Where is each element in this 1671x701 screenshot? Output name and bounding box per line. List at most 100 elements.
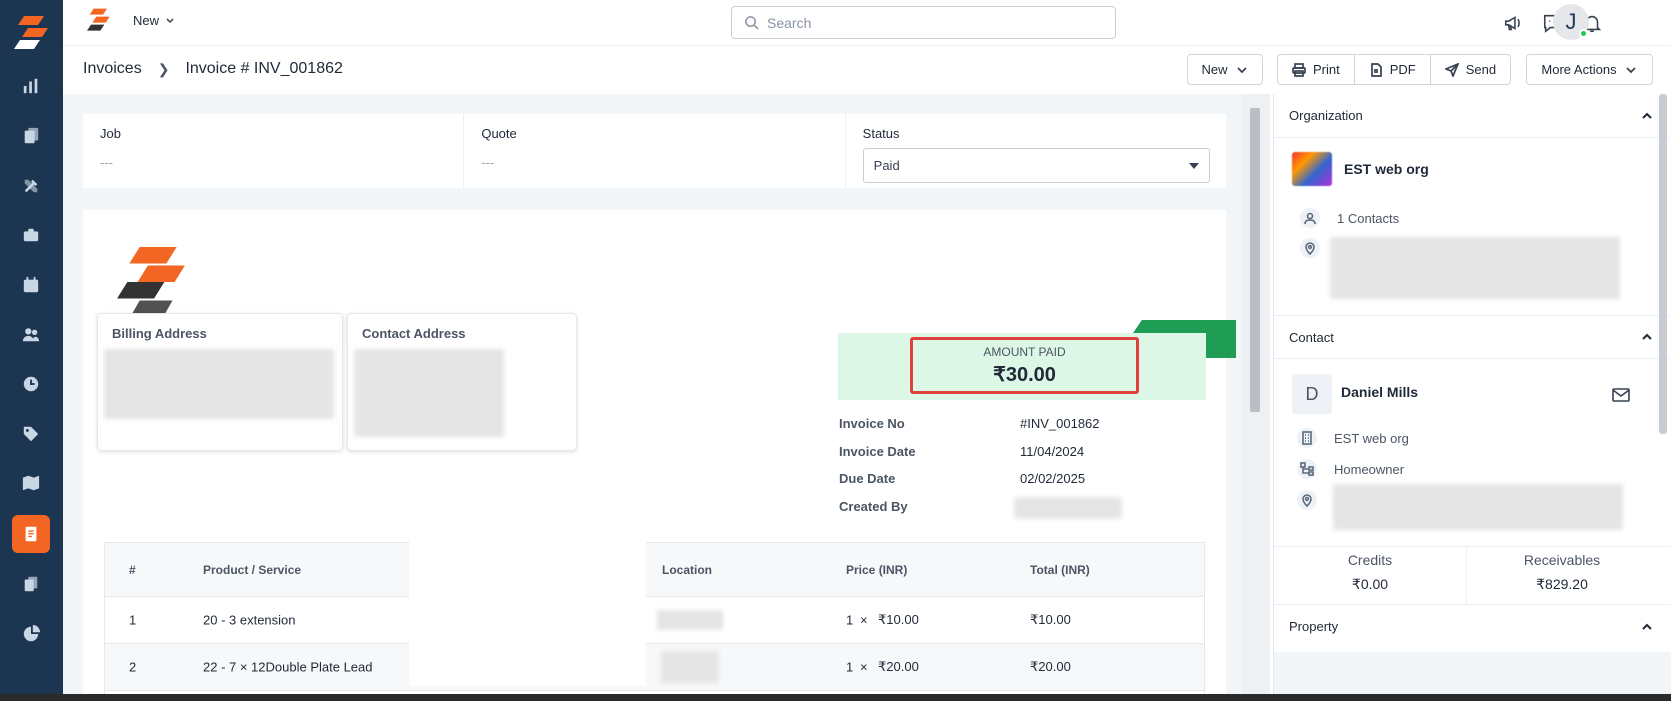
- job-field: Job ---: [83, 114, 465, 188]
- contact-section-header[interactable]: Contact: [1274, 315, 1671, 359]
- created-by-redacted: [1014, 497, 1122, 519]
- row-product: 20 - 3 extension: [203, 612, 296, 628]
- documents-icon[interactable]: [21, 574, 41, 594]
- contacts-count[interactable]: 1 Contacts: [1337, 211, 1399, 226]
- divider: [1274, 546, 1671, 547]
- status-value: Paid: [873, 158, 900, 173]
- col-total-header: Total (INR): [1030, 562, 1090, 577]
- contact-initial: D: [1305, 383, 1319, 404]
- chevron-up-icon[interactable]: [1640, 330, 1654, 344]
- document-actions-group: Print PDF Send: [1277, 54, 1512, 85]
- more-actions-button[interactable]: More Actions: [1526, 54, 1653, 85]
- new-button-label: New: [1201, 62, 1228, 77]
- pricebook-tag-icon[interactable]: [21, 424, 41, 444]
- due-date-value: 02/02/2025: [1020, 471, 1086, 486]
- chevron-up-icon[interactable]: [1640, 109, 1654, 123]
- property-section-header[interactable]: Property: [1274, 604, 1671, 648]
- contact-address-label: Contact Address: [362, 326, 466, 341]
- receivables-block: Receivables ₹829.20: [1466, 552, 1658, 593]
- table-row[interactable]: 1 20 - 3 extension 1 × ₹10.00 ₹10.00: [105, 597, 1204, 644]
- table-header: # Product / Service Location Price (INR)…: [105, 543, 1204, 597]
- row-qty: 1: [846, 612, 854, 628]
- col-location-header: Location: [662, 562, 712, 577]
- print-button[interactable]: Print: [1278, 55, 1355, 84]
- contact-avatar: D: [1292, 374, 1332, 414]
- left-nav-rail: [0, 0, 63, 701]
- table-row[interactable]: 2 22 - 7 × 12Double Plate Lead 1 × ₹20.0…: [105, 644, 1204, 691]
- row-price: ₹20.00: [878, 659, 919, 674]
- job-value: ---: [100, 155, 113, 170]
- window-bottom-edge: [0, 694, 1671, 701]
- row-total: ₹20.00: [1030, 659, 1071, 674]
- organization-name[interactable]: EST web org: [1344, 161, 1429, 177]
- organization-logo: [1292, 152, 1332, 186]
- status-select[interactable]: Paid: [862, 148, 1210, 183]
- row-location-redacted: [657, 610, 723, 630]
- email-envelope-icon[interactable]: [1612, 388, 1630, 402]
- send-button[interactable]: Send: [1431, 55, 1510, 84]
- calendar-icon[interactable]: [21, 275, 41, 295]
- line-items-table: # Product / Service Location Price (INR)…: [104, 542, 1205, 701]
- invoice-date-label: Invoice Date: [839, 444, 916, 459]
- contact-address-redacted: [354, 349, 504, 437]
- quick-new-dropdown[interactable]: New: [133, 13, 175, 28]
- user-avatar[interactable]: J: [1553, 4, 1589, 40]
- pdf-button[interactable]: PDF: [1355, 55, 1431, 84]
- invoices-icon[interactable]: [12, 515, 50, 553]
- chevron-down-icon: [166, 17, 174, 23]
- invoice-no-value: #INV_001862: [1020, 416, 1100, 431]
- row-total: ₹10.00: [1030, 612, 1071, 627]
- app-logo-icon[interactable]: [14, 16, 50, 50]
- billing-address-redacted: [104, 349, 334, 419]
- search-box[interactable]: [731, 6, 1116, 39]
- col-price-header: Price (INR): [846, 562, 908, 577]
- details-sidebar: Organization EST web org 1 Contacts Cont…: [1273, 94, 1671, 701]
- row-qty: 1: [846, 659, 854, 675]
- jobs-briefcase-icon[interactable]: [21, 225, 41, 245]
- analytics-pie-icon[interactable]: [21, 624, 41, 644]
- scrollbar-thumb[interactable]: [1250, 108, 1260, 412]
- content-scrollbar[interactable]: [1242, 94, 1270, 701]
- contact-title: Contact: [1289, 329, 1334, 345]
- quote-label: Quote: [481, 126, 517, 141]
- new-dropdown-button[interactable]: New: [1187, 54, 1263, 85]
- row-number: 2: [129, 659, 137, 675]
- property-title: Property: [1289, 619, 1339, 634]
- contact-name[interactable]: Daniel Mills: [1341, 384, 1418, 400]
- clients-icon[interactable]: [21, 325, 41, 345]
- map-icon[interactable]: [21, 473, 41, 493]
- avatar-initial: J: [1565, 9, 1577, 34]
- invoice-date-value: 11/04/2024: [1020, 444, 1085, 459]
- credits-label: Credits: [1347, 552, 1393, 568]
- redacted-overlay: [409, 457, 646, 686]
- row-location-redacted: [661, 651, 719, 683]
- chevron-up-icon[interactable]: [1640, 620, 1654, 634]
- location-pin-icon: [1300, 238, 1320, 258]
- organization-section-header[interactable]: Organization: [1274, 94, 1671, 138]
- row-price: ₹10.00: [878, 612, 919, 627]
- credits-value: ₹0.00: [1351, 576, 1389, 592]
- announcements-megaphone-icon[interactable]: [1503, 12, 1525, 34]
- caret-down-icon: [1188, 162, 1199, 169]
- reports-icon[interactable]: [21, 76, 41, 96]
- company-logo-icon: [117, 247, 185, 315]
- search-input[interactable]: [767, 14, 1067, 31]
- chevron-down-icon: [1625, 66, 1636, 73]
- person-icon: [1300, 208, 1320, 228]
- chevron-right-icon: ❯: [157, 60, 170, 77]
- hierarchy-icon: [1297, 459, 1317, 479]
- brand-logo-icon[interactable]: [87, 8, 111, 32]
- breadcrumb-invoices-link[interactable]: Invoices: [83, 60, 142, 78]
- send-paper-plane-icon: [1444, 62, 1459, 77]
- col-number-header: #: [129, 562, 136, 577]
- location-pin-icon: [1297, 490, 1317, 510]
- file-icon: [1370, 62, 1382, 77]
- contact-address-redacted: [1333, 484, 1623, 530]
- requests-icon[interactable]: [21, 126, 41, 146]
- timesheet-clock-icon[interactable]: [21, 374, 41, 394]
- row-number: 1: [129, 612, 137, 628]
- tools-icon[interactable]: [21, 176, 41, 196]
- contact-organization: EST web org: [1334, 431, 1409, 446]
- sidebar-scrollbar-thumb[interactable]: [1659, 94, 1667, 434]
- pdf-label: PDF: [1389, 62, 1416, 77]
